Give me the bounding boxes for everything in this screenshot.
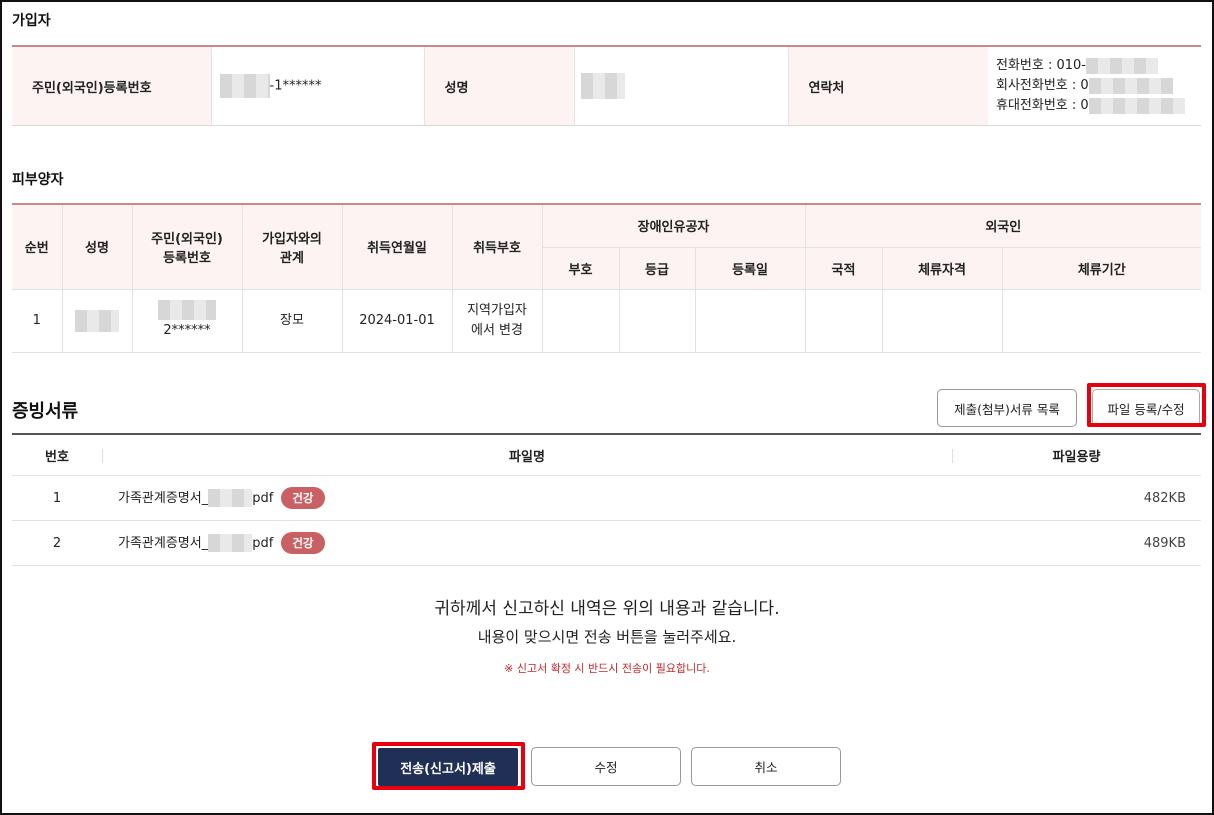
filename-prefix: 가족관계증명서_: [118, 490, 209, 506]
col-group-foreigner: 외국인: [804, 204, 1202, 248]
col-dis-reg-date: 등록일: [694, 246, 806, 290]
filename-suffix: pdf: [252, 535, 274, 551]
name-value: [573, 46, 789, 126]
contact-values: 전화번호 : 010- 회사전화번호 : 0 휴대전화번호 : 0: [988, 46, 1201, 126]
masked-value: [1086, 57, 1158, 74]
col-stay-status: 체류자격: [881, 246, 1003, 290]
cell-reg-no: 2******: [131, 288, 243, 353]
cell-doc-size: 482KB: [952, 475, 1201, 521]
company-phone-line: 회사전화번호 : 0: [996, 76, 1201, 96]
cancel-button[interactable]: 취소: [691, 747, 841, 786]
masked-value: [580, 73, 625, 99]
col-doc-no: 번호: [12, 434, 102, 476]
cell-doc-no: 1: [12, 475, 102, 521]
cell-name: [61, 288, 133, 353]
cell-seq: 1: [12, 288, 63, 353]
submit-note: ※ 신고서 확정 시 반드시 전송이 필요합니다.: [504, 662, 710, 675]
documents-table: 번호 파일명 파일용량 1 가족관계증명서_ pdf 건강 482KB 2 가족관계…: [12, 433, 1201, 566]
category-badge: 건강: [281, 487, 325, 510]
masked-value: [219, 74, 270, 98]
col-relation-line1: 가입자와의: [262, 231, 322, 247]
confirm-instruction: 내용이 맞으시면 전송 버튼을 눌러주세요.: [477, 628, 737, 646]
col-acq-date: 취득연월일: [341, 204, 453, 290]
col-dis-code: 부호: [542, 246, 620, 290]
cell-dis-reg-date: [694, 288, 806, 353]
company-phone-text: 회사전화번호 : 0: [996, 78, 1089, 93]
col-acq-code: 취득부호: [451, 204, 543, 290]
col-reg-no: 주민(외국인) 등록번호: [131, 204, 243, 290]
highlight-box: [1087, 383, 1206, 427]
filename-suffix: pdf: [252, 490, 274, 506]
phone-text: 전화번호 : 010-: [996, 58, 1086, 73]
masked-value: [1088, 77, 1173, 94]
masked-value: [158, 300, 216, 321]
cell-doc-filename[interactable]: 가족관계증명서_ pdf 건강: [102, 475, 952, 521]
cell-acq-date: 2024-01-01: [341, 288, 453, 353]
col-group-disabled: 장애인유공자: [541, 204, 806, 248]
col-stay-period: 체류기간: [1001, 246, 1202, 290]
subscriber-section-title: 가입자: [12, 13, 51, 29]
cell-acq-code: 지역가입자 에서 변경: [451, 288, 543, 353]
cell-acq-code-line2: 에서 변경: [471, 322, 523, 338]
phone-line: 전화번호 : 010-: [996, 56, 1201, 76]
cell-dis-code: [541, 288, 620, 353]
category-badge: 건강: [281, 532, 325, 555]
cell-nationality: [804, 288, 883, 353]
cell-reg-no-tail: 2******: [163, 322, 211, 338]
divider: [102, 449, 103, 463]
col-reg-no-line1: 주민(외국인): [151, 231, 223, 247]
col-doc-filename-label: 파일명: [509, 449, 545, 465]
mobile-phone-line: 휴대전화번호 : 0: [996, 96, 1201, 116]
col-doc-filename: 파일명: [102, 434, 952, 476]
divider: [952, 449, 953, 463]
contact-label: 연락처: [788, 46, 988, 126]
dependents-section-title: 피부양자: [12, 172, 64, 188]
filename-prefix: 가족관계증명서_: [118, 535, 209, 551]
reg-no-tail: -1******: [269, 78, 322, 94]
col-reg-no-line2: 등록번호: [163, 250, 211, 266]
documents-section-title: 증빙서류: [12, 401, 79, 422]
cell-doc-size: 489KB: [952, 520, 1201, 566]
cell-stay-status: [881, 288, 1003, 353]
masked-value: [208, 489, 253, 508]
confirm-message: 귀하께서 신고하신 내역은 위의 내용과 같습니다.: [434, 599, 780, 619]
table-row: 1 가족관계증명서_ pdf 건강 482KB: [12, 475, 1201, 521]
masked-value: [75, 309, 119, 332]
subscriber-table: 주민(외국인)등록번호 -1****** 성명 연락처 전화번호 : 010- …: [12, 45, 1201, 126]
cell-relation: 장모: [241, 288, 343, 353]
col-nationality: 국적: [804, 246, 883, 290]
cell-stay-period: [1001, 288, 1202, 353]
cell-dis-grade: [618, 288, 696, 353]
col-doc-size: 파일용량: [952, 434, 1201, 476]
name-label: 성명: [424, 46, 574, 126]
attached-docs-list-button[interactable]: 제출(첨부)서류 목록: [937, 389, 1077, 427]
col-dis-grade: 등급: [618, 246, 696, 290]
mobile-phone-text: 휴대전화번호 : 0: [996, 98, 1089, 113]
cell-doc-filename[interactable]: 가족관계증명서_ pdf 건강: [102, 520, 952, 566]
col-relation-line2: 관계: [280, 250, 304, 266]
dependents-table: 순번 성명 주민(외국인) 등록번호 가입자와의 관계 취득연월일 취득부호 장…: [12, 203, 1202, 353]
col-seq: 순번: [12, 204, 63, 290]
table-row: 2 가족관계증명서_ pdf 건강 489KB: [12, 520, 1201, 566]
col-doc-size-label: 파일용량: [1052, 449, 1101, 465]
cell-doc-no: 2: [12, 520, 102, 566]
col-name: 성명: [61, 204, 133, 290]
masked-value: [1088, 97, 1185, 114]
table-row: 1 2****** 장모 2024-01-01 지역가입자 에서 변경: [12, 288, 1202, 353]
reg-no-label: 주민(외국인)등록번호: [12, 46, 211, 126]
edit-button[interactable]: 수정: [531, 747, 681, 786]
masked-value: [208, 534, 253, 553]
col-relation: 가입자와의 관계: [241, 204, 343, 290]
highlight-box: [372, 742, 525, 790]
cell-acq-code-line1: 지역가입자: [467, 302, 527, 318]
reg-no-value: -1******: [210, 46, 425, 126]
